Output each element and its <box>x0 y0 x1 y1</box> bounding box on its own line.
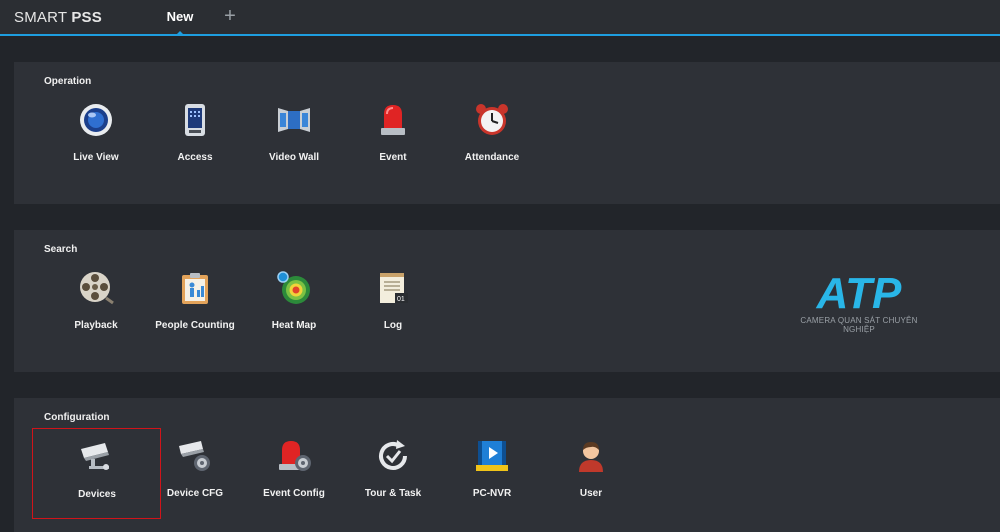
atp-logo-tagline: CAMERA QUAN SÁT CHUYÊN NGHIỆP <box>800 316 918 334</box>
operation-panel: Operation Live View Access Video Wall Ev… <box>14 62 1000 204</box>
svg-text:01: 01 <box>397 296 405 303</box>
alarm-clock-icon <box>476 104 508 135</box>
app-title-prefix: SMART <box>14 9 67 26</box>
tile-user[interactable]: User <box>527 428 655 518</box>
tile-label: Attendance <box>464 152 520 163</box>
film-reel-icon <box>80 272 114 305</box>
atp-logo-mark: ATP <box>816 269 902 318</box>
app-title-bold: PSS <box>71 9 102 26</box>
app-title: SMART PSS <box>14 9 102 26</box>
user-icon <box>579 442 603 472</box>
atp-logo: ATP CAMERA QUAN SÁT CHUYÊN NGHIỆP <box>784 269 934 334</box>
title-bar: SMART PSS New + <box>0 0 1000 36</box>
tile-log[interactable]: 01 Log <box>329 260 457 350</box>
add-tab-button[interactable]: + <box>220 6 240 26</box>
tour-task-icon <box>379 440 407 470</box>
alarm-gear-icon <box>279 441 311 471</box>
video-wall-icon <box>278 108 310 132</box>
camera-gear-icon <box>179 441 210 471</box>
tab-active-indicator <box>175 31 185 36</box>
tile-attendance[interactable]: Attendance <box>428 92 556 182</box>
alarm-light-icon <box>381 105 405 135</box>
tile-label: User <box>579 488 603 499</box>
tile-label: Log <box>383 320 403 331</box>
heat-map-icon <box>277 271 310 304</box>
tab-new[interactable]: New <box>150 0 210 36</box>
atp-logo-text: ATP <box>816 270 902 314</box>
pc-nvr-icon <box>476 441 508 471</box>
tab-new-label: New <box>166 9 194 24</box>
camera-icon <box>81 443 109 470</box>
section-title-search: Search <box>44 244 78 255</box>
section-title-configuration: Configuration <box>44 412 110 423</box>
log-notepad-icon: 01 <box>380 273 408 303</box>
plus-icon: + <box>224 5 236 27</box>
configuration-panel: Configuration Devices Device CFG Event C… <box>14 398 1000 532</box>
access-control-icon <box>185 104 205 136</box>
people-counting-icon <box>182 273 208 304</box>
live-view-icon <box>80 104 112 136</box>
section-title-operation: Operation <box>44 76 92 87</box>
